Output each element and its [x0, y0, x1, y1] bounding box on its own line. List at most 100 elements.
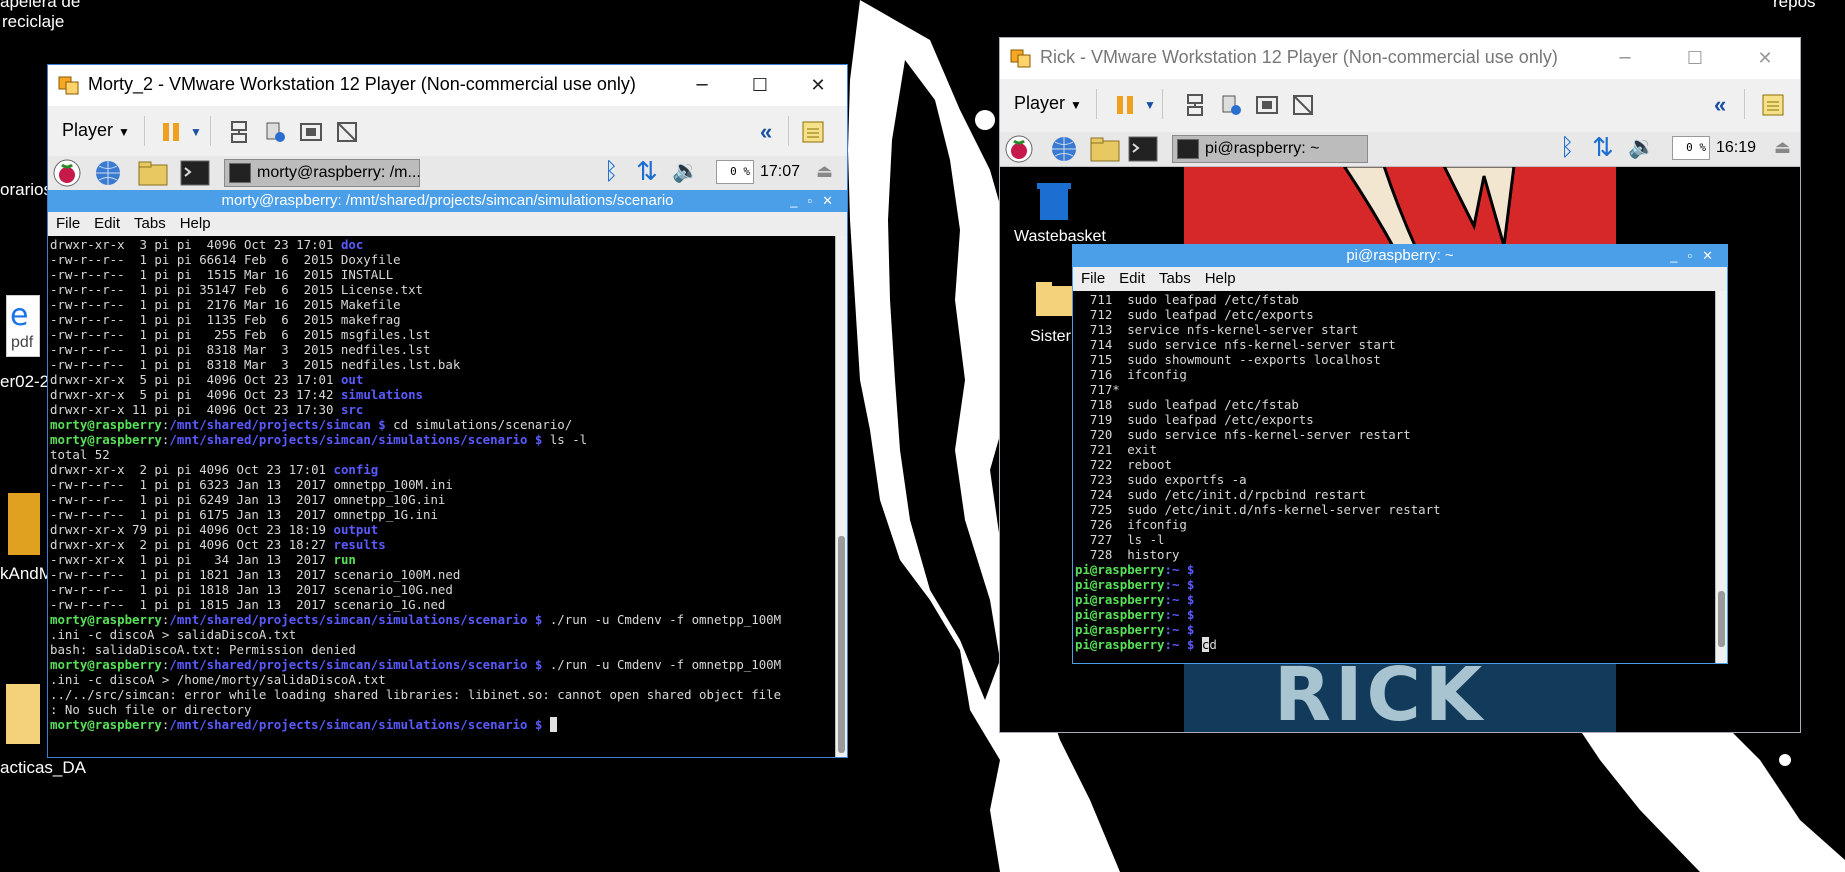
terminal-line: ../../src/simcan: error while loading sh…	[50, 687, 833, 702]
pause-icon[interactable]	[1112, 92, 1138, 118]
folder-icon[interactable]	[1034, 278, 1074, 318]
bluetooth-icon[interactable]: ᛒ	[604, 158, 618, 186]
close-button[interactable]: ✕	[1736, 38, 1794, 79]
wastebasket-icon[interactable]	[1034, 180, 1074, 222]
menu-edit[interactable]: Edit	[1119, 270, 1145, 287]
unity-icon[interactable]	[334, 119, 360, 145]
desktop-label-practicas[interactable]: acticas_DA	[0, 758, 86, 778]
rick-vmware-window[interactable]: Rick - VMware Workstation 12 Player (Non…	[999, 37, 1801, 733]
terminal-launcher-icon[interactable]	[180, 160, 210, 186]
file-manager-icon[interactable]	[138, 160, 168, 186]
player-menu[interactable]: Player ▼	[1014, 93, 1082, 114]
morty-guest-screen[interactable]: morty@raspberry: /m... ᛒ ⇅ 🔉 0 % 17:07 ⏏…	[48, 156, 847, 757]
desktop-label-repos[interactable]: repos	[1773, 0, 1816, 12]
pause-icon[interactable]	[158, 119, 184, 145]
maximize-button[interactable]: ☐	[731, 65, 789, 106]
network-icon[interactable]: ⇅	[1592, 132, 1614, 163]
send-ctrl-alt-del-icon[interactable]	[262, 119, 288, 145]
rick-terminal-window[interactable]: pi@raspberry: ~ _▫✕ File Edit Tabs Help 711…	[1072, 244, 1728, 664]
terminal-text-segment: pi@raspberry	[1075, 637, 1165, 652]
eject-icon[interactable]: ⏏	[1774, 137, 1791, 158]
menu-tabs[interactable]: Tabs	[1159, 270, 1191, 287]
player-menu[interactable]: Player ▼	[62, 120, 130, 141]
menu-edit[interactable]: Edit	[94, 215, 120, 232]
clock[interactable]: 16:19	[1716, 139, 1756, 157]
menu-file[interactable]: File	[56, 215, 80, 232]
terminal-text-segment: results	[333, 537, 386, 552]
terminal-text-segment: -rw-r--r-- 1 pi pi 1515 Mar 16 2015 INST…	[50, 267, 394, 282]
terminal-text-segment: drwxr-xr-x 2 pi pi 4096 Oct 23 17:01	[50, 462, 334, 477]
terminal-text-segment: 726 ifconfig	[1075, 517, 1187, 532]
taskbar-terminal-item[interactable]: morty@raspberry: /m...	[224, 159, 421, 187]
terminal-window-buttons[interactable]: _▫✕	[1670, 245, 1723, 267]
terminal-text-segment: out	[340, 372, 364, 387]
minimize-button[interactable]: ─	[673, 65, 731, 106]
menu-help[interactable]: Help	[180, 215, 211, 232]
terminal-launcher-icon[interactable]	[1128, 136, 1158, 162]
terminal-output[interactable]: drwxr-xr-x 3 pi pi 4096 Oct 23 17:01 doc…	[48, 236, 835, 757]
network-devices-icon[interactable]	[226, 119, 252, 145]
morty-title-bar[interactable]: Morty_2 - VMware Workstation 12 Player (…	[48, 65, 847, 106]
raspberry-menu-icon[interactable]	[1005, 135, 1033, 163]
desktop-label-horarios[interactable]: orarios	[0, 180, 52, 200]
terminal-line: 711 sudo leafpad /etc/fstab	[1075, 292, 1713, 307]
unity-icon[interactable]	[1290, 92, 1316, 118]
clock[interactable]: 17:07	[760, 163, 800, 181]
fit-guest-icon[interactable]	[1254, 92, 1280, 118]
terminal-scrollbar[interactable]	[835, 236, 847, 757]
collapse-toolbar-icon[interactable]: «	[1714, 92, 1740, 118]
terminal-window-buttons[interactable]: _▫✕	[790, 190, 843, 212]
scrollbar-thumb[interactable]	[1718, 591, 1725, 647]
folder-icon[interactable]	[6, 684, 40, 744]
pdf-file-icon[interactable]: e pdf	[6, 295, 40, 357]
rick-guest-screen[interactable]: RICK pi@raspberry: ~ ᛒ ⇅ 🔉 0 % 16:19 ⏏ W…	[1000, 132, 1800, 732]
menu-file[interactable]: File	[1081, 270, 1105, 287]
eject-icon[interactable]: ⏏	[816, 161, 833, 182]
send-ctrl-alt-del-icon[interactable]	[1218, 92, 1244, 118]
terminal-text-segment: ls -l	[542, 432, 588, 447]
pause-dropdown-chevron-icon[interactable]: ▼	[1144, 92, 1170, 118]
terminal-line: -rw-r--r-- 1 pi pi 6175 Jan 13 2017 omne…	[50, 507, 833, 522]
morty-vmware-window[interactable]: Morty_2 - VMware Workstation 12 Player (…	[47, 64, 848, 758]
menu-tabs[interactable]: Tabs	[134, 215, 166, 232]
network-devices-icon[interactable]	[1182, 92, 1208, 118]
scrollbar-thumb[interactable]	[838, 536, 845, 753]
desktop-label-recycle-1[interactable]: apelera de	[0, 0, 80, 12]
raspberry-menu-icon[interactable]	[53, 159, 81, 187]
desktop-label-er02[interactable]: er02-2	[0, 372, 49, 392]
cpu-monitor[interactable]: 0 %	[716, 160, 754, 184]
volume-icon[interactable]: 🔉	[672, 158, 699, 184]
bluetooth-icon[interactable]: ᛒ	[1560, 134, 1574, 162]
terminal-line: drwxr-xr-x 5 pi pi 4096 Oct 23 17:01 out	[50, 372, 833, 387]
terminal-output[interactable]: 711 sudo leafpad /etc/fstab 712 sudo lea…	[1073, 291, 1715, 663]
maximize-button[interactable]: ☐	[1666, 38, 1724, 79]
terminal-line: -rwxr-xr-x 1 pi pi 34 Jan 13 2017 run	[50, 552, 833, 567]
cpu-monitor[interactable]: 0 %	[1672, 136, 1710, 160]
terminal-title-bar[interactable]: pi@raspberry: ~ _▫✕	[1073, 245, 1727, 267]
minimize-button[interactable]: ─	[1596, 38, 1654, 79]
file-manager-icon[interactable]	[1090, 136, 1120, 162]
fit-guest-icon[interactable]	[298, 119, 324, 145]
folder-label[interactable]: Sister	[1030, 328, 1071, 346]
desktop-label-kandm[interactable]: kAndM	[0, 564, 53, 584]
web-browser-icon[interactable]	[1050, 135, 1078, 163]
morty-terminal-window[interactable]: morty@raspberry: /mnt/shared/projects/si…	[48, 190, 847, 757]
desktop-label-recycle-2[interactable]: reciclaje	[2, 12, 64, 32]
notes-icon[interactable]	[1760, 92, 1786, 118]
network-icon[interactable]: ⇅	[636, 156, 658, 187]
rick-title-bar[interactable]: Rick - VMware Workstation 12 Player (Non…	[1000, 38, 1800, 79]
volume-icon[interactable]: 🔉	[1628, 134, 1655, 160]
menu-help[interactable]: Help	[1205, 270, 1236, 287]
web-browser-icon[interactable]	[94, 159, 122, 187]
collapse-toolbar-icon[interactable]: «	[760, 119, 786, 145]
pause-dropdown-chevron-icon[interactable]: ▼	[190, 119, 216, 145]
terminal-text-segment: :~	[1164, 622, 1187, 637]
taskbar-terminal-item[interactable]: pi@raspberry: ~	[1172, 135, 1368, 163]
terminal-text-segment: 723 sudo exportfs -a	[1075, 472, 1247, 487]
close-button[interactable]: ✕	[789, 65, 847, 106]
archive-icon[interactable]	[8, 493, 40, 555]
terminal-title-bar[interactable]: morty@raspberry: /mnt/shared/projects/si…	[48, 190, 847, 212]
terminal-icon	[229, 163, 251, 183]
notes-icon[interactable]	[800, 119, 826, 145]
terminal-scrollbar[interactable]	[1715, 291, 1727, 663]
